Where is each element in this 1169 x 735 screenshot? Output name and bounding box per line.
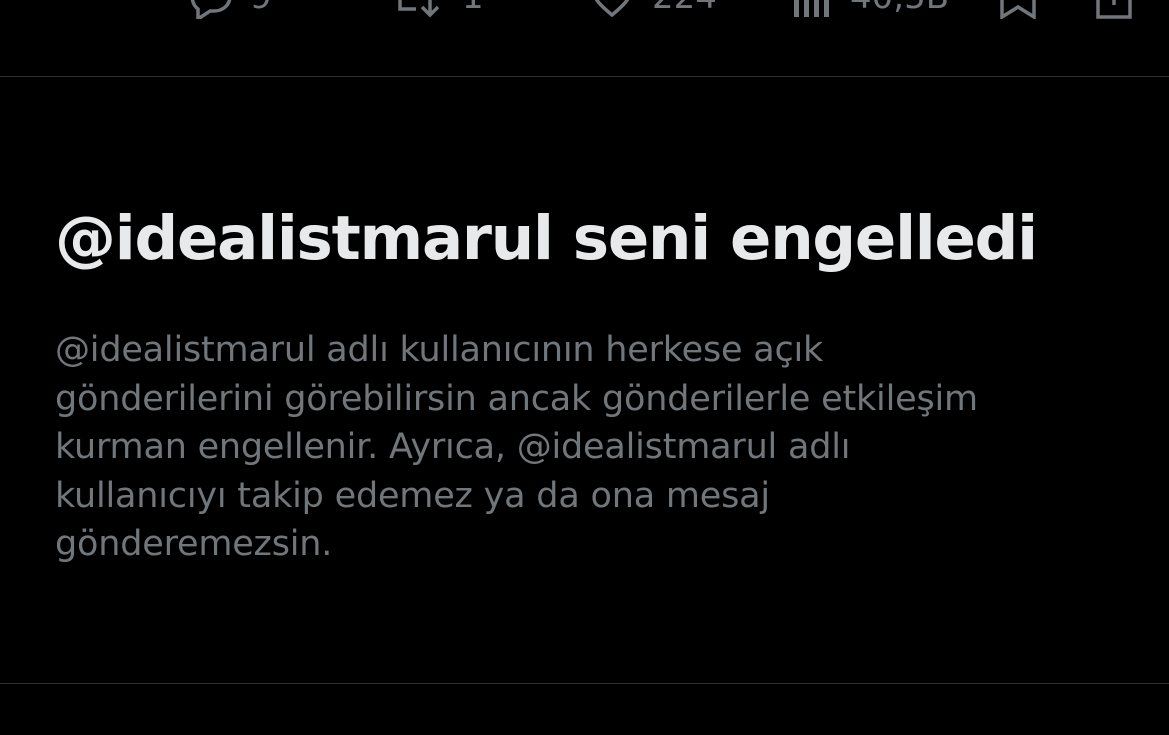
blocked-description-line: @idealistmarul adlı kullanıcının herkese… [55, 330, 824, 370]
views-count: 40,5B [850, 0, 949, 22]
blocked-notice: @idealistmarul seni engelledi @idealistm… [55, 196, 1135, 569]
blocked-description: @idealistmarul adlı kullanıcının herkese… [55, 326, 1115, 569]
reply-button[interactable]: 9 [184, 0, 272, 22]
share-icon [1096, 0, 1132, 19]
share-button[interactable] [1092, 0, 1136, 22]
bookmark-icon [1000, 0, 1036, 19]
blocked-description-line: gönderemezsin. [55, 524, 333, 564]
bookmark-button[interactable] [996, 0, 1040, 22]
repost-icon [398, 0, 440, 18]
repost-button[interactable]: 1 [386, 0, 484, 22]
blocked-description-line: gönderilerini görebilirsin ancak gönderi… [55, 378, 978, 419]
divider-bottom [0, 683, 1169, 684]
blocked-description-line: kullanıcıyı takip edemez ya da ona mesaj [55, 475, 770, 516]
like-button[interactable]: 224 [590, 0, 717, 22]
post-action-bar: 9 1 224 40,5B [0, 0, 1169, 22]
divider-top [0, 76, 1169, 77]
page: 9 1 224 40,5B [0, 0, 1169, 735]
views-icon [794, 0, 829, 17]
reply-count: 9 [250, 0, 272, 22]
blocked-title: @idealistmarul seni engelledi [55, 203, 1038, 274]
heart-icon [594, 0, 630, 18]
reply-icon [190, 0, 232, 19]
repost-count: 1 [462, 0, 484, 22]
blocked-description-line: kurman engellenir. Ayrıca, @idealistmaru… [55, 427, 851, 467]
like-count: 224 [652, 0, 717, 22]
views-button[interactable]: 40,5B [792, 0, 949, 22]
